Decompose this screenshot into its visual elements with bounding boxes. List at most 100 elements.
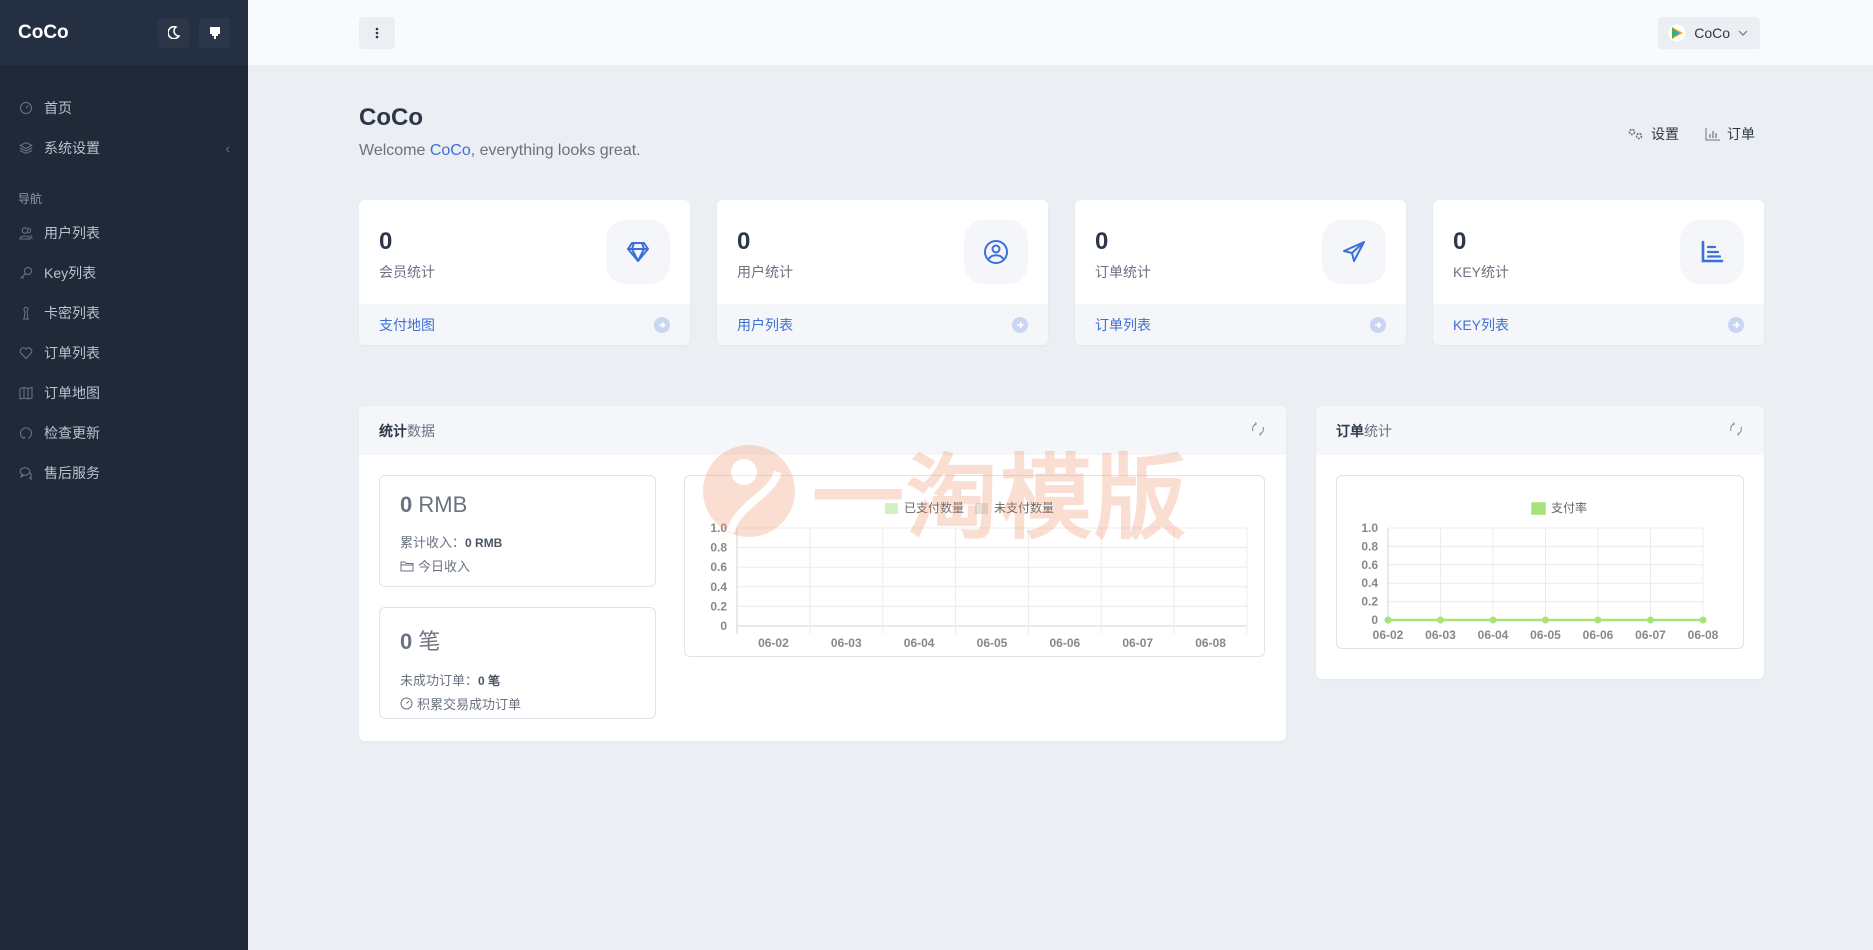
sidebar-item-label: 订单列表 [44, 345, 100, 361]
sidebar-item-label: 订单地图 [44, 385, 100, 401]
panel-title-rest: 数据 [407, 422, 435, 439]
sidebar-header: CoCo [0, 0, 248, 65]
data-point-0 [1384, 616, 1392, 624]
stat-card-link[interactable]: 用户列表 [737, 315, 793, 335]
sidebar-item-keys[interactable]: Key列表 [0, 253, 248, 293]
sidebar-item-order-map[interactable]: 订单地图 [0, 373, 248, 413]
user-dropdown-button[interactable]: CoCo [1658, 17, 1760, 49]
orders-panel: 订单统计 支付率 0 0.2 0.4 0.6 0.8 1.0 06-02 06-03 06-04 0… [1316, 406, 1764, 679]
stat-label: KEY统计 [1453, 264, 1510, 280]
revenue-value: 0 [400, 492, 413, 517]
panel-title: 统计数据 [379, 421, 435, 441]
legend-swatch [975, 503, 988, 514]
theme-toggle-button[interactable] [158, 17, 189, 48]
cumulative-revenue: 累计收入：0 RMB [400, 532, 635, 551]
sidebar-item-orders[interactable]: 订单列表 [0, 333, 248, 373]
x-tick-label: 06-02 [758, 636, 789, 650]
refresh-button[interactable] [1250, 421, 1266, 440]
bar-chart: 已支付数量 未支付数量 0 0.2 0.4 0.6 0.8 1.0 06-02 06-03 06-0… [710, 500, 1248, 650]
sidebar-item-after-sales[interactable]: 售后服务 [0, 453, 248, 493]
x-tick-label: 06-08 [1688, 628, 1719, 642]
panel-title-bold: 订单 [1336, 422, 1364, 439]
sidebar-item-users[interactable]: 用户列表 [0, 213, 248, 253]
stat-card-link[interactable]: 支付地图 [379, 315, 435, 335]
stat-icon-box [606, 220, 670, 284]
arrow-right-circle-icon[interactable] [1370, 316, 1386, 333]
payment-rate-chart: 支付率 0 0.2 0.4 0.6 0.8 1.0 06-02 06-03 06-04 06-05 0… [1336, 475, 1744, 649]
sidebar-item-label: 用户列表 [44, 225, 100, 241]
revenue-unit: RMB [418, 492, 468, 517]
successful-orders: 积累交易成功订单 [400, 694, 635, 713]
stat-card-orders: 0 订单统计 订单列表 [1075, 200, 1406, 345]
stat-card-footer: 用户列表 [717, 304, 1048, 345]
stat-card-link[interactable]: KEY列表 [1453, 315, 1509, 335]
stat-card-link[interactable]: 订单列表 [1095, 315, 1151, 335]
y-tick-label: 1.0 [710, 521, 727, 535]
stats-panel: 统计数据 0 RMB 累计收入：0 RMB 今日收入 0 笔 未成功订单：0 笔… [359, 406, 1286, 741]
x-tick-label: 06-03 [831, 636, 862, 650]
pin-sidebar-button[interactable] [199, 17, 230, 48]
user-avatar [1668, 24, 1686, 42]
revenue-summary: 0 RMB 累计收入：0 RMB 今日收入 [379, 475, 656, 587]
y-tick-label: 0.6 [710, 560, 727, 574]
refresh-icon [1730, 422, 1742, 436]
orders-label: 订单 [1727, 126, 1755, 142]
moon-icon [167, 26, 180, 39]
arrow-right-circle-icon[interactable] [654, 316, 670, 333]
stat-cards: 0 会员统计 支付地图 0 用户统计 用户列表 0 订单统计 订单列表 0 KE… [359, 200, 1764, 345]
sidebar-item-home[interactable]: 首页 [0, 88, 248, 128]
brand-logo[interactable]: CoCo [18, 22, 148, 44]
sidebar-item-label: 检查更新 [44, 425, 100, 441]
orders-button[interactable]: 订单 [1705, 124, 1755, 144]
arrow-right-circle-icon[interactable] [1728, 316, 1744, 333]
refresh-icon [1252, 422, 1264, 436]
sidebar-item-check-update[interactable]: 检查更新 [0, 413, 248, 453]
page-actions: 设置 订单 [1601, 124, 1755, 144]
x-tick-label: 06-02 [1373, 628, 1404, 642]
data-point-3 [1542, 616, 1549, 624]
folder-icon [400, 561, 414, 571]
failed-orders: 未成功订单：0 笔 [400, 670, 635, 689]
cumulative-value: 0 RMB [465, 536, 503, 550]
more-vertical-icon [375, 27, 379, 39]
orders-unit: 笔 [418, 629, 441, 654]
y-tick-label: 0.2 [710, 599, 727, 613]
stat-card-users: 0 用户统计 用户列表 [717, 200, 1048, 345]
x-tick-label: 06-05 [1530, 628, 1561, 642]
y-tick-label: 0.2 [1361, 595, 1378, 609]
stat-icon-box [1680, 220, 1744, 284]
refresh-button[interactable] [1728, 421, 1744, 440]
data-point-1 [1437, 616, 1444, 624]
stat-value: 0 [1095, 228, 1109, 255]
more-options-button[interactable] [359, 17, 395, 49]
order-count-chart: 已支付数量 未支付数量 0 0.2 0.4 0.6 0.8 1.0 06-02 06-03 06-0… [684, 475, 1265, 657]
y-tick-label: 0.4 [710, 580, 727, 594]
legend-swatch [885, 503, 898, 514]
gears-icon [1628, 128, 1643, 140]
stat-value: 0 [379, 228, 393, 255]
data-point-4 [1594, 616, 1602, 624]
welcome-suffix: , everything looks great. [470, 142, 641, 159]
stat-card-keys: 0 KEY统计 KEY列表 [1433, 200, 1764, 345]
chat-icon [18, 465, 34, 481]
welcome-username[interactable]: CoCo [430, 142, 471, 159]
nav-section-heading: 导航 [18, 192, 43, 206]
stat-card-members: 0 会员统计 支付地图 [359, 200, 690, 345]
welcome-prefix: Welcome [359, 142, 430, 159]
x-tick-label: 06-06 [1583, 628, 1614, 642]
sidebar-item-cards[interactable]: 卡密列表 [0, 293, 248, 333]
legend-label: 已支付数量 [904, 500, 964, 515]
x-tick-label: 06-03 [1425, 628, 1456, 642]
settings-label: 设置 [1651, 126, 1679, 142]
topbar: CoCo [248, 0, 1873, 65]
legend-label: 未支付数量 [994, 500, 1054, 515]
panel-title: 订单统计 [1336, 421, 1392, 441]
settings-button[interactable]: 设置 [1627, 124, 1679, 144]
dashboard-icon [400, 697, 413, 710]
stat-label: 订单统计 [1095, 264, 1151, 280]
sidebar-item-system-settings[interactable]: 系统设置 ‹ [0, 128, 248, 168]
arrow-right-circle-icon[interactable] [1012, 316, 1028, 333]
key-icon [18, 265, 34, 281]
refresh-icon [18, 425, 34, 441]
y-tick-label: 0.8 [710, 541, 727, 555]
